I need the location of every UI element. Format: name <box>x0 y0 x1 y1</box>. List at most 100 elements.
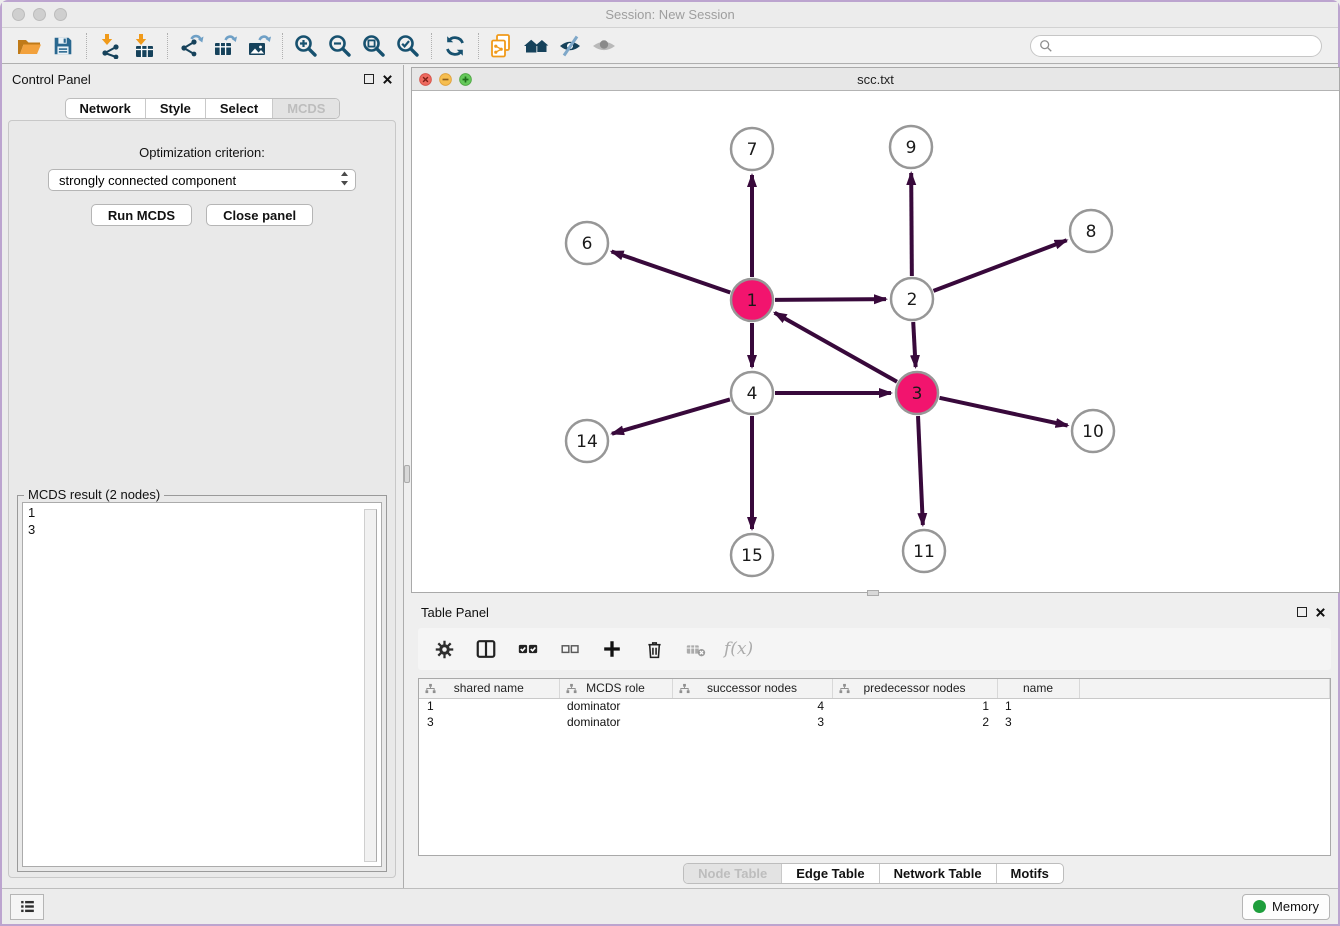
graph-node-label-11: 11 <box>913 542 935 562</box>
window-minimize-button[interactable] <box>33 8 46 21</box>
column-header[interactable]: shared name <box>419 679 559 698</box>
window-zoom-button[interactable] <box>54 8 67 21</box>
hide-selected-icon[interactable] <box>553 31 587 61</box>
table-settings-icon[interactable] <box>430 634 458 664</box>
graph-edge-3-11[interactable] <box>918 416 923 525</box>
export-image-icon[interactable] <box>242 31 276 61</box>
zoom-out-icon[interactable] <box>323 31 357 61</box>
network-window-title: scc.txt <box>412 72 1339 87</box>
import-table-icon[interactable] <box>127 31 161 61</box>
graph-edge-1-2[interactable] <box>775 299 886 300</box>
search-input[interactable] <box>1058 39 1313 53</box>
show-all-icon[interactable] <box>587 31 621 61</box>
graph-node-label-14: 14 <box>576 432 598 452</box>
run-mcds-button[interactable]: Run MCDS <box>91 204 192 226</box>
delete-column-icon[interactable] <box>640 634 668 664</box>
table-panel: Table Panel <box>411 598 1336 888</box>
search-icon <box>1039 39 1053 53</box>
status-bar: Memory <box>2 888 1338 924</box>
network-canvas[interactable]: 1234678910111415 <box>412 91 1339 592</box>
graph-edge-4-14[interactable] <box>612 399 730 433</box>
delete-table-icon[interactable] <box>682 634 710 664</box>
graph-edge-2-9[interactable] <box>911 173 912 276</box>
graph-edge-2-3[interactable] <box>913 322 915 367</box>
close-table-panel-icon[interactable] <box>1315 607 1326 618</box>
panel-splitter-grip[interactable] <box>404 465 410 483</box>
graph-node-label-6: 6 <box>582 234 593 254</box>
mcds-result-title: MCDS result (2 nodes) <box>24 487 164 502</box>
result-line: 3 <box>28 521 376 538</box>
tab-node-table[interactable]: Node Table <box>684 864 781 883</box>
node-table[interactable]: shared name MCDS role successor nodes pr… <box>418 678 1331 856</box>
criterion-value: strongly connected component <box>59 173 236 188</box>
result-scrollbar[interactable] <box>364 509 377 862</box>
toolbar-separator <box>86 33 87 59</box>
criterion-dropdown[interactable]: strongly connected component <box>48 169 356 191</box>
export-network-icon[interactable] <box>174 31 208 61</box>
column-header[interactable]: MCDS role <box>559 679 672 698</box>
network-splitter-grip[interactable] <box>867 590 879 596</box>
select-all-columns-icon[interactable] <box>514 634 542 664</box>
network-view-window: scc.txt 1234678910111415 <box>411 67 1340 593</box>
tab-style[interactable]: Style <box>145 99 205 118</box>
zoom-fit-icon[interactable] <box>357 31 391 61</box>
toolbar-separator <box>282 33 283 59</box>
graph-node-label-4: 4 <box>747 384 758 404</box>
column-header[interactable]: name <box>997 679 1079 698</box>
refresh-view-icon[interactable] <box>438 31 472 61</box>
graph-edge-2-8[interactable] <box>934 240 1067 291</box>
save-session-icon[interactable] <box>46 31 80 61</box>
graph-node-label-8: 8 <box>1086 222 1097 242</box>
mcds-result-text[interactable]: 1 3 <box>22 502 382 867</box>
window-titlebar: Session: New Session <box>2 2 1338 28</box>
window-traffic-lights[interactable] <box>12 8 67 21</box>
graph-edge-3-10[interactable] <box>939 398 1067 426</box>
toolbar-separator <box>478 33 479 59</box>
column-header[interactable]: successor nodes <box>672 679 832 698</box>
graph-node-label-10: 10 <box>1082 422 1104 442</box>
toolbar-separator <box>167 33 168 59</box>
memory-button[interactable]: Memory <box>1242 894 1330 920</box>
window-close-button[interactable] <box>12 8 25 21</box>
tab-network-table[interactable]: Network Table <box>879 864 996 883</box>
task-history-button[interactable] <box>10 894 44 920</box>
tab-mcds[interactable]: MCDS <box>272 99 339 118</box>
split-panel-icon[interactable] <box>472 634 500 664</box>
memory-status-icon <box>1253 900 1266 913</box>
graph-edge-3-1[interactable] <box>775 313 897 382</box>
tab-motifs[interactable]: Motifs <box>996 864 1063 883</box>
window-title: Session: New Session <box>2 7 1338 22</box>
table-row[interactable]: 1 dominator 4 1 1 <box>419 698 1330 714</box>
optimization-criterion-label: Optimization criterion: <box>9 145 395 160</box>
graph-node-label-7: 7 <box>747 140 758 160</box>
network-window-titlebar[interactable]: scc.txt <box>412 68 1339 91</box>
zoom-in-icon[interactable] <box>289 31 323 61</box>
table-panel-title: Table Panel <box>421 605 489 620</box>
float-table-panel-icon[interactable] <box>1297 607 1307 617</box>
tab-select[interactable]: Select <box>205 99 272 118</box>
tab-network[interactable]: Network <box>66 99 145 118</box>
function-builder-icon[interactable]: f(x) <box>724 639 753 659</box>
zoom-selected-icon[interactable] <box>391 31 425 61</box>
close-panel-icon[interactable] <box>382 74 393 85</box>
close-panel-button[interactable]: Close panel <box>206 204 313 226</box>
table-header-row: shared name MCDS role successor nodes pr… <box>419 679 1330 698</box>
create-column-icon[interactable] <box>598 634 626 664</box>
table-row[interactable]: 3 dominator 3 2 3 <box>419 714 1330 730</box>
column-header-filler <box>1079 679 1330 698</box>
open-session-icon[interactable] <box>12 31 46 61</box>
graph-node-label-3: 3 <box>912 384 923 404</box>
graph-edge-1-6[interactable] <box>612 251 731 292</box>
import-network-icon[interactable] <box>93 31 127 61</box>
go-home-icon[interactable] <box>519 31 553 61</box>
control-panel: Control Panel Network Style Select MCDS … <box>2 65 404 888</box>
unselect-all-columns-icon[interactable] <box>556 634 584 664</box>
search-box[interactable] <box>1030 35 1322 57</box>
export-table-icon[interactable] <box>208 31 242 61</box>
float-panel-icon[interactable] <box>364 74 374 84</box>
column-header[interactable]: predecessor nodes <box>832 679 997 698</box>
tab-edge-table[interactable]: Edge Table <box>781 864 878 883</box>
open-network-file-icon[interactable] <box>485 31 519 61</box>
graph-node-label-2: 2 <box>907 290 918 310</box>
mcds-result-group: MCDS result (2 nodes) 1 3 <box>17 495 387 872</box>
